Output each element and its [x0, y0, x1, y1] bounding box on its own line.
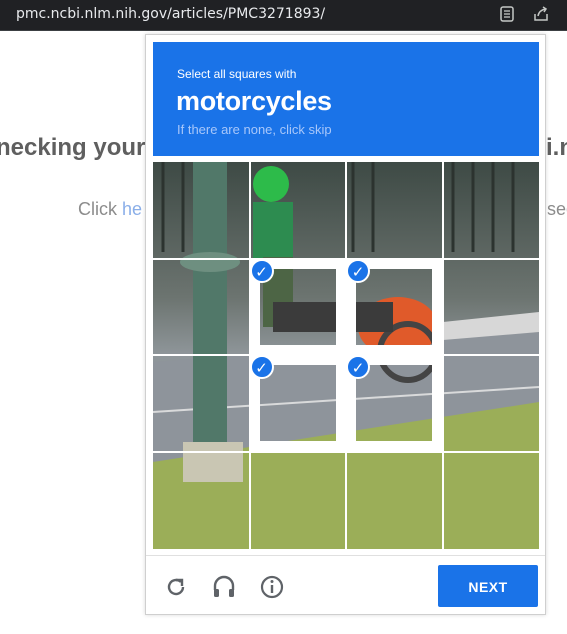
page-heading-right: i.n [546, 134, 567, 161]
next-button[interactable]: NEXT [438, 565, 538, 607]
checkmark-icon: ✓ [249, 355, 274, 379]
address-bar-divider [0, 30, 567, 31]
captcha-prompt: Select all squares with motorcycles If t… [153, 42, 539, 156]
captcha-tile[interactable] [346, 162, 442, 258]
captcha-tile[interactable] [153, 452, 249, 548]
captcha-tile[interactable] [153, 162, 249, 258]
captcha-tile[interactable] [250, 452, 346, 548]
captcha-tile[interactable]: ✓ [346, 258, 442, 355]
captcha-tile[interactable]: ✓ [346, 355, 442, 451]
info-icon[interactable] [258, 573, 286, 601]
address-bar[interactable]: pmc.ncbi.nlm.nih.gov/articles/PMC3271893… [0, 0, 567, 30]
prompt-target: motorcycles [176, 86, 332, 116]
checkmark-icon: ✓ [346, 258, 370, 283]
checkmark-icon: ✓ [249, 258, 274, 283]
captcha-tile[interactable] [153, 259, 249, 355]
headphones-icon[interactable] [210, 573, 238, 601]
grid-divider [153, 450, 539, 453]
image-grid: ✓ ✓ ✓ ✓ [153, 162, 539, 549]
checkmark-icon: ✓ [346, 355, 370, 379]
reader-mode-icon[interactable] [498, 5, 516, 23]
captcha-tile[interactable]: ✓ [249, 258, 346, 355]
click-prefix: Click [78, 199, 122, 219]
page-trailing-text: sec [547, 199, 567, 219]
captcha-tile[interactable] [346, 452, 442, 548]
address-url[interactable]: pmc.ncbi.nlm.nih.gov/articles/PMC3271893… [16, 6, 325, 22]
captcha-tile[interactable]: ✓ [249, 355, 346, 451]
captcha-tile[interactable] [250, 162, 346, 258]
captcha-tile[interactable] [153, 355, 249, 451]
footer-divider [146, 555, 545, 556]
reload-icon[interactable] [162, 573, 190, 601]
page-click-text: Click he [78, 199, 142, 220]
captcha-tile[interactable] [443, 452, 539, 548]
prompt-skip-hint: If there are none, click skip [177, 122, 332, 137]
captcha-tile[interactable] [443, 162, 539, 258]
captcha-tile[interactable] [443, 259, 539, 355]
grid-divider [153, 354, 539, 356]
page-heading-left: necking your [0, 134, 146, 161]
prompt-instruction: Select all squares with [177, 67, 297, 81]
captcha-tile[interactable] [443, 355, 539, 451]
grid-divider [441, 162, 444, 549]
captcha-challenge: Select all squares with motorcycles If t… [145, 34, 546, 615]
share-icon[interactable] [532, 5, 550, 23]
click-link[interactable]: he [122, 199, 142, 219]
